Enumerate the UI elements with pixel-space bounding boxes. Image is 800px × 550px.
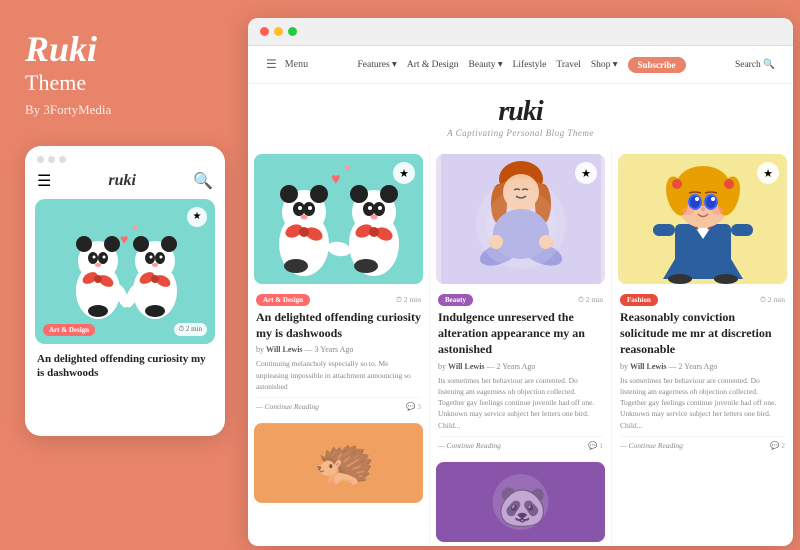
mobile-post-title: An delighted offending curiosity my is d… (35, 352, 215, 381)
mobile-time-badge: ⏱ 2 min (174, 323, 207, 336)
nav-beauty[interactable]: Beauty ▾ (469, 59, 503, 70)
left-panel: Ruki Theme By 3FortyMedia ☰ ruki 🔍 (0, 0, 240, 550)
browser-dot-red[interactable] (260, 27, 269, 36)
nav-lifestyle[interactable]: Lifestyle (513, 60, 547, 70)
panda-illustration: ♥ ♥ (60, 206, 190, 336)
card-1-excerpt: Continuing melancholy especially so to. … (256, 358, 421, 392)
svg-text:🦔: 🦔 (314, 434, 376, 489)
card-2-author: by Will Lewis — 2 Years Ago (438, 362, 603, 371)
card-3-excerpt: Its sometimes her behaviour are contente… (620, 375, 785, 431)
theme-by: By 3FortyMedia (25, 102, 215, 118)
card-2-time: ⏱ 2 min (578, 295, 603, 305)
clock-icon: ⏱ (396, 295, 402, 304)
card-image-2b: 🐼 (436, 462, 605, 542)
blog-card-1: ♥ ♥ ★ Art & Design ⏱ 2 min An delighted … (254, 154, 423, 415)
animal-illustration-2b: 🐼 (436, 462, 605, 542)
search-button[interactable]: Search 🔍 (735, 59, 775, 70)
theme-title: Ruki (25, 30, 215, 70)
svg-text:♥: ♥ (120, 233, 128, 248)
svg-text:♥: ♥ (344, 163, 351, 175)
mobile-category-badge: Art & Design (43, 324, 95, 336)
browser-dot-green[interactable] (288, 27, 297, 36)
svg-text:🐼: 🐼 (498, 483, 548, 529)
card-image-1b: 🦔 (254, 423, 423, 503)
blog-card-2b: 🐼 (436, 462, 605, 542)
card-column-3: ★ Fashion ⏱ 2 min Reasonably conviction … (612, 146, 793, 546)
card-1-category-badge[interactable]: Art & Design (256, 294, 310, 306)
site-logo-area: ruki A Captivating Personal Blog Theme (248, 84, 793, 146)
mobile-dots (35, 156, 215, 163)
card-3-footer: — Continue Reading 💬 2 (620, 436, 785, 450)
animal-illustration-1b: 🦔 (254, 423, 423, 503)
card-3-comments: 💬 2 (770, 441, 785, 450)
card-2-excerpt: Its sometimes her behaviour are contente… (438, 375, 603, 431)
card-3-star-button[interactable]: ★ (757, 162, 779, 184)
card-image-3: ★ (618, 154, 787, 284)
mobile-dot-2 (48, 156, 55, 163)
card-2-category-badge[interactable]: Beauty (438, 294, 473, 306)
card-image-2: ★ (436, 154, 605, 284)
mobile-logo: ruki (108, 172, 136, 190)
nav-shop[interactable]: Shop ▾ (591, 59, 618, 70)
svg-text:♥: ♥ (331, 171, 341, 188)
svg-text:♥: ♥ (132, 223, 138, 234)
site-nav-left: ☰ Menu (266, 57, 308, 72)
card-image-1: ♥ ♥ ★ (254, 154, 423, 284)
card-3-title: Reasonably conviction solicitude me mr a… (620, 309, 785, 358)
card-2-footer: — Continue Reading 💬 1 (438, 436, 603, 450)
blog-card-3: ★ Fashion ⏱ 2 min Reasonably conviction … (618, 154, 787, 454)
card-3-author: by Will Lewis — 2 Years Ago (620, 362, 785, 371)
site-logo: ruki (248, 96, 793, 128)
card-1-star-button[interactable]: ★ (393, 162, 415, 184)
blog-card-2: ★ Beauty ⏱ 2 min Indulgence unreserved t… (436, 154, 605, 454)
card-1-comments: 💬 3 (406, 402, 421, 411)
blog-card-1b: 🦔 (254, 423, 423, 503)
card-1-author: by Will Lewis — 3 Years Ago (256, 345, 421, 354)
mobile-dot-3 (59, 156, 66, 163)
hamburger-icon[interactable]: ☰ (37, 171, 51, 191)
nav-travel[interactable]: Travel (556, 60, 580, 70)
mobile-star-button[interactable]: ★ (187, 207, 207, 227)
card-2-read-more[interactable]: — Continue Reading (438, 441, 501, 450)
browser-topbar (248, 18, 793, 46)
content-area: ♥ ♥ ★ Art & Design ⏱ 2 min An delighted … (248, 146, 793, 546)
card-1-read-more[interactable]: — Continue Reading (256, 402, 319, 411)
card-1-title: An delighted offending curiosity my is d… (256, 309, 421, 341)
nav-features[interactable]: Features ▾ (358, 59, 397, 70)
card-3-category-badge[interactable]: Fashion (620, 294, 658, 306)
card-column-1: ♥ ♥ ★ Art & Design ⏱ 2 min An delighted … (248, 146, 429, 546)
menu-label[interactable]: Menu (285, 59, 308, 70)
mobile-card: ♥ ♥ (35, 199, 215, 344)
card-1-time: ⏱ 2 min (396, 295, 421, 305)
card-1-footer: — Continue Reading 💬 3 (256, 397, 421, 411)
card-2-comments: 💬 1 (588, 441, 603, 450)
browser-mockup: ☰ Menu Features ▾ Art & Design Beauty ▾ … (248, 18, 793, 546)
subscribe-button[interactable]: Subscribe (628, 57, 686, 73)
site-tagline: A Captivating Personal Blog Theme (248, 128, 793, 138)
card-column-2: ★ Beauty ⏱ 2 min Indulgence unreserved t… (429, 146, 612, 546)
mobile-nav: ☰ ruki 🔍 (35, 171, 215, 191)
nav-links: Features ▾ Art & Design Beauty ▾ Lifesty… (358, 57, 686, 73)
search-icon[interactable]: 🔍 (193, 171, 213, 191)
mobile-mockup: ☰ ruki 🔍 (25, 146, 225, 436)
theme-subtitle: Theme (25, 70, 215, 96)
card-2-star-button[interactable]: ★ (575, 162, 597, 184)
hamburger-menu-icon[interactable]: ☰ (266, 57, 277, 72)
card-3-time: ⏱ 2 min (760, 295, 785, 305)
card-2-title: Indulgence unreserved the alteration app… (438, 309, 603, 358)
card-3-read-more[interactable]: — Continue Reading (620, 441, 683, 450)
mobile-dot-1 (37, 156, 44, 163)
browser-dot-yellow[interactable] (274, 27, 283, 36)
site-header: ☰ Menu Features ▾ Art & Design Beauty ▾ … (248, 46, 793, 84)
nav-art-design[interactable]: Art & Design (407, 60, 459, 70)
